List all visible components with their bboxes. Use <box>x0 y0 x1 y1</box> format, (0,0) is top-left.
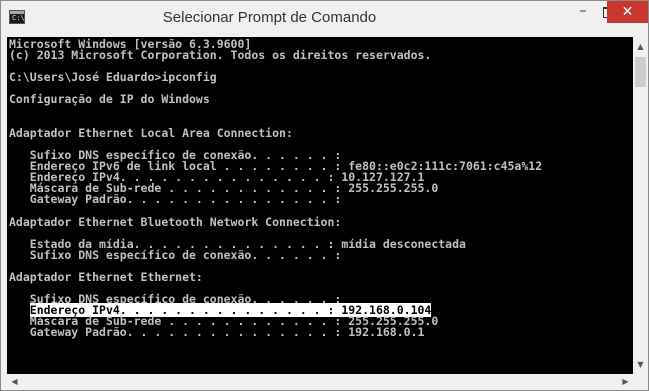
minimize-icon: – <box>579 3 587 19</box>
scroll-right-icon[interactable]: ▶ <box>618 374 633 389</box>
vertical-scrollbar[interactable]: ▲ ▼ <box>633 37 648 374</box>
console-output[interactable]: Microsoft Windows [versão 6.3.9600] (c) … <box>7 37 633 374</box>
resize-grip-icon[interactable] <box>633 374 648 389</box>
console-text[interactable]: Microsoft Windows [versão 6.3.9600] (c) … <box>7 37 633 339</box>
console-lines-after: Máscara de Sub-rede . . . . . . . . . . … <box>29 314 439 340</box>
window-title: Selecionar Prompt de Comando <box>162 9 377 26</box>
title-bar[interactable]: C:\ Selecionar Prompt de Comando – ✕ <box>1 1 648 37</box>
console-lines-before: Microsoft Windows [versão 6.3.9600] (c) … <box>9 37 543 307</box>
scroll-left-icon[interactable]: ◀ <box>7 374 22 389</box>
close-icon: ✕ <box>621 4 634 20</box>
vertical-scroll-thumb[interactable] <box>635 57 646 87</box>
minimize-button[interactable]: – <box>569 1 597 23</box>
command-prompt-window: C:\ Selecionar Prompt de Comando – ✕ Mic… <box>0 0 649 391</box>
scroll-down-icon[interactable]: ▼ <box>633 357 648 372</box>
close-button[interactable]: ✕ <box>607 1 648 23</box>
scroll-up-icon[interactable]: ▲ <box>633 39 648 54</box>
horizontal-scrollbar[interactable]: ◀ ▶ <box>7 374 633 389</box>
